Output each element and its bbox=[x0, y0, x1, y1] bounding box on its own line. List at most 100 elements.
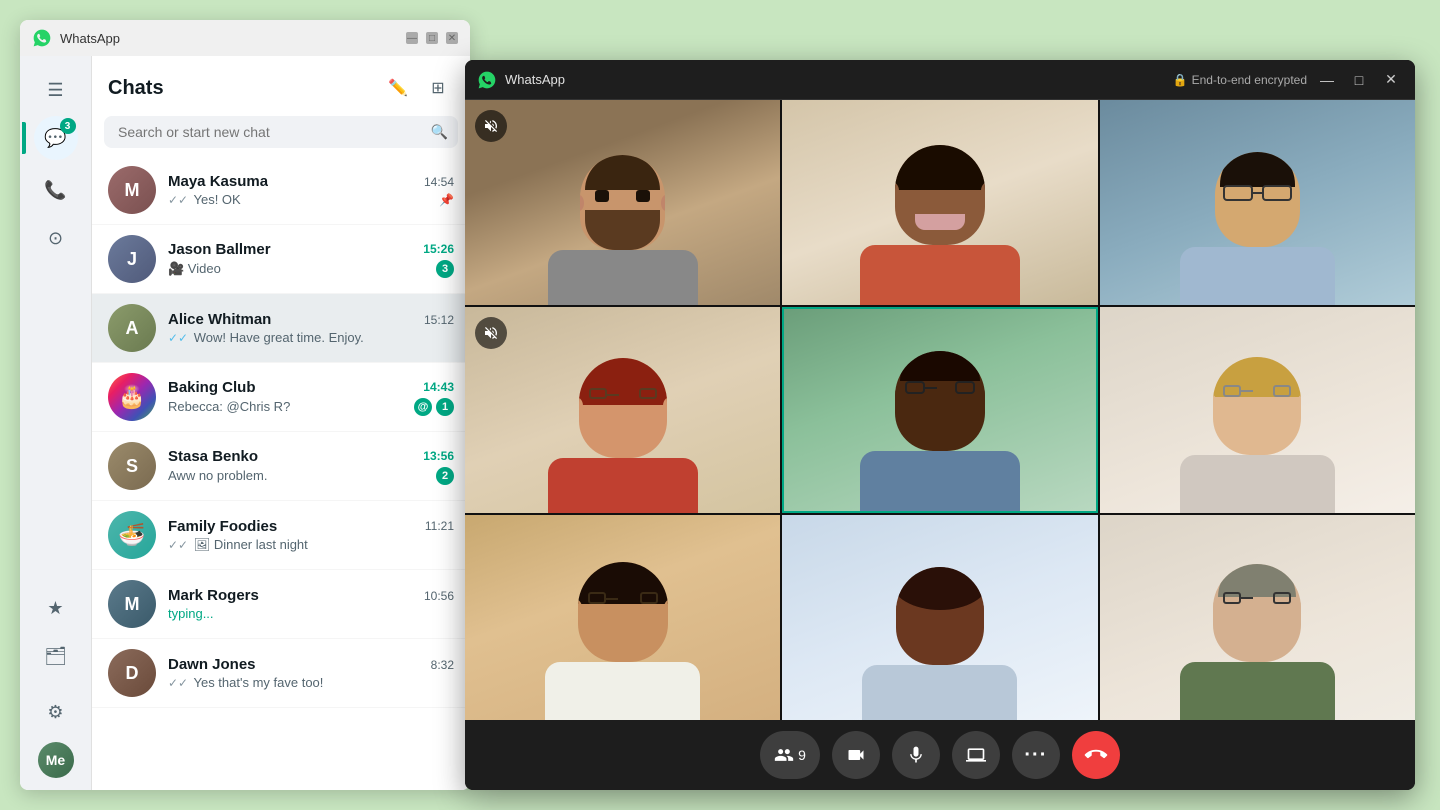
avatar: 🍜 bbox=[108, 511, 156, 559]
list-item[interactable]: A Alice Whitman 15:12 ✓✓ Wow! Have great… bbox=[92, 294, 470, 363]
chat-name: Alice Whitman bbox=[168, 311, 271, 328]
chat-time: 15:26 bbox=[423, 242, 454, 256]
whatsapp-logo-icon bbox=[32, 28, 52, 48]
sidebar-item-calls[interactable]: 📞 bbox=[34, 168, 78, 212]
avatar: M bbox=[108, 580, 156, 628]
sidebar-item-menu[interactable]: ☰ bbox=[34, 68, 78, 112]
chat-name: Jason Ballmer bbox=[168, 241, 271, 258]
maximize-button[interactable]: □ bbox=[426, 32, 438, 44]
microphone-icon bbox=[906, 745, 926, 765]
filter-button[interactable]: ⊞ bbox=[422, 72, 454, 104]
list-item[interactable]: J Jason Ballmer 15:26 🎥 Video 3 bbox=[92, 225, 470, 294]
participant-count: 9 bbox=[798, 747, 806, 763]
new-chat-icon: ✏️ bbox=[388, 78, 408, 98]
participant-tile bbox=[1100, 307, 1415, 512]
participant-tile bbox=[782, 100, 1097, 305]
mention-badge: @ bbox=[414, 398, 432, 416]
call-close-button[interactable]: ✕ bbox=[1379, 68, 1403, 92]
list-item[interactable]: S Stasa Benko 13:56 Aww no problem. 2 bbox=[92, 432, 470, 501]
chat-preview: 🎥 Video bbox=[168, 261, 436, 277]
main-title-bar: WhatsApp — □ ✕ bbox=[20, 20, 470, 56]
chat-header: Chats ✏️ ⊞ bbox=[92, 56, 470, 112]
avatar: M bbox=[108, 166, 156, 214]
chat-header-icons: ✏️ ⊞ bbox=[382, 72, 454, 104]
participants-icon bbox=[774, 745, 794, 765]
sidebar-item-starred[interactable]: ★ bbox=[34, 586, 78, 630]
main-window: WhatsApp — □ ✕ ☰ 💬 3 📞 ⊙ ★ 🗂 ⚙ Me bbox=[20, 20, 470, 790]
sidebar-item-profile[interactable]: Me bbox=[38, 742, 74, 778]
chats-badge: 3 bbox=[60, 118, 76, 134]
list-item[interactable]: 🍜 Family Foodies 11:21 ✓✓ 🖼 Dinner last … bbox=[92, 501, 470, 570]
participants-button[interactable]: 9 bbox=[760, 731, 820, 779]
sidebar-item-chats[interactable]: 💬 3 bbox=[34, 116, 78, 160]
chat-info: Dawn Jones 8:32 ✓✓ Yes that's my fave to… bbox=[168, 656, 454, 690]
main-window-controls: — □ ✕ bbox=[406, 32, 458, 44]
list-item[interactable]: M Mark Rogers 10:56 typing... bbox=[92, 570, 470, 639]
search-input[interactable] bbox=[104, 116, 458, 148]
participant-tile bbox=[782, 515, 1097, 720]
more-options-icon: ··· bbox=[1024, 744, 1047, 767]
sidebar-item-settings[interactable]: ⚙ bbox=[34, 690, 78, 734]
minimize-button[interactable]: — bbox=[406, 32, 418, 44]
avatar: J bbox=[108, 235, 156, 283]
chat-preview: ✓✓ Wow! Have great time. Enjoy. bbox=[168, 330, 454, 345]
list-item[interactable]: D Dawn Jones 8:32 ✓✓ Yes that's my fave … bbox=[92, 639, 470, 708]
chat-name: Stasa Benko bbox=[168, 448, 258, 465]
tick-icon: ✓✓ bbox=[168, 193, 188, 207]
participant-tile bbox=[1100, 515, 1415, 720]
list-item[interactable]: 🎂 Baking Club 14:43 Rebecca: @Chris R? @… bbox=[92, 363, 470, 432]
unread-badge: 2 bbox=[436, 467, 454, 485]
close-button[interactable]: ✕ bbox=[446, 32, 458, 44]
lock-icon: 🔒 bbox=[1173, 73, 1188, 87]
chat-time: 13:56 bbox=[423, 449, 454, 463]
filter-icon: ⊞ bbox=[431, 78, 444, 98]
participant-tile bbox=[782, 307, 1097, 512]
call-title-bar: WhatsApp 🔒 End-to-end encrypted — □ ✕ bbox=[465, 60, 1415, 100]
mute-button[interactable] bbox=[892, 731, 940, 779]
tick-icon: ✓✓ bbox=[168, 676, 188, 690]
chat-info: Stasa Benko 13:56 Aww no problem. 2 bbox=[168, 448, 454, 485]
chat-preview: ✓✓ Yes that's my fave too! bbox=[168, 675, 454, 690]
call-video-grid bbox=[465, 100, 1415, 720]
call-window: WhatsApp 🔒 End-to-end encrypted — □ ✕ bbox=[465, 60, 1415, 790]
avatar: A bbox=[108, 304, 156, 352]
chat-time: 8:32 bbox=[431, 658, 454, 672]
chat-panel: Chats ✏️ ⊞ 🔍 M bbox=[92, 56, 470, 790]
unread-badge: 1 bbox=[436, 398, 454, 416]
chat-time: 10:56 bbox=[424, 589, 454, 603]
chat-name: Dawn Jones bbox=[168, 656, 256, 673]
chat-name: Baking Club bbox=[168, 379, 256, 396]
unread-badge: 3 bbox=[436, 260, 454, 278]
end-call-button[interactable] bbox=[1072, 731, 1120, 779]
call-minimize-button[interactable]: — bbox=[1315, 68, 1339, 92]
participant-tile bbox=[465, 100, 780, 305]
call-bottom-bar: 9 ··· bbox=[465, 720, 1415, 790]
chat-preview: ✓✓ Yes! OK bbox=[168, 192, 439, 207]
new-chat-button[interactable]: ✏️ bbox=[382, 72, 414, 104]
chats-title: Chats bbox=[108, 77, 164, 100]
main-title-text: WhatsApp bbox=[60, 31, 398, 46]
chat-info: Family Foodies 11:21 ✓✓ 🖼 Dinner last ni… bbox=[168, 518, 454, 553]
sidebar-item-status[interactable]: ⊙ bbox=[34, 216, 78, 260]
avatar: S bbox=[108, 442, 156, 490]
sidebar-item-archived[interactable]: 🗂 bbox=[34, 634, 78, 678]
encryption-text: End-to-end encrypted bbox=[1192, 73, 1307, 87]
search-icon[interactable]: 🔍 bbox=[431, 124, 448, 141]
chat-name: Maya Kasuma bbox=[168, 173, 268, 190]
screen-share-button[interactable] bbox=[952, 731, 1000, 779]
chat-time: 11:21 bbox=[425, 519, 454, 533]
video-icon bbox=[846, 745, 866, 765]
chat-preview: ✓✓ 🖼 Dinner last night bbox=[168, 537, 454, 553]
chat-preview: Aww no problem. bbox=[168, 468, 436, 483]
chat-time: 15:12 bbox=[424, 313, 454, 327]
chat-time: 14:43 bbox=[423, 380, 454, 394]
screen-share-icon bbox=[966, 745, 986, 765]
call-maximize-button[interactable]: □ bbox=[1347, 68, 1371, 92]
avatar: D bbox=[108, 649, 156, 697]
participant-tile bbox=[465, 515, 780, 720]
video-button[interactable] bbox=[832, 731, 880, 779]
tick-icon: ✓✓ bbox=[168, 331, 188, 345]
call-window-controls: — □ ✕ bbox=[1315, 68, 1403, 92]
more-options-button[interactable]: ··· bbox=[1012, 731, 1060, 779]
list-item[interactable]: M Maya Kasuma 14:54 ✓✓ Yes! OK 📌 bbox=[92, 156, 470, 225]
